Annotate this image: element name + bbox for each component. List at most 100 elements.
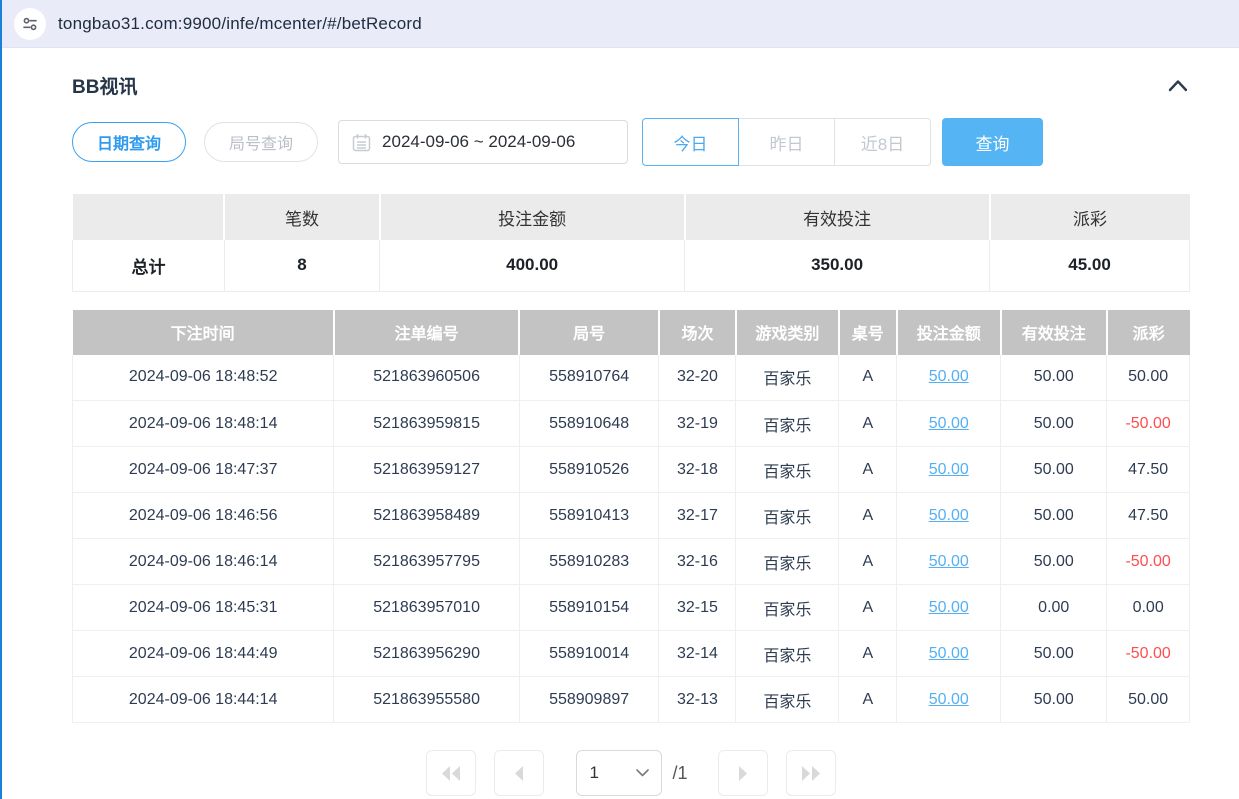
table-row: 2024-09-06 18:46:14521863957795558910283… (73, 539, 1190, 585)
page-title: BB视讯 (72, 72, 137, 99)
cell-table-no: A (839, 493, 897, 539)
header-valid-bet: 有效投注 (1001, 310, 1107, 355)
records-tbody: 2024-09-06 18:48:52521863960506558910764… (73, 355, 1190, 723)
cell-payout: 50.00 (1107, 677, 1190, 723)
cell-game-type: 百家乐 (736, 539, 839, 585)
bet-amount-link[interactable]: 50.00 (929, 599, 969, 616)
filter-toolbar: 日期查询 局号查询 2024-09-06 ~ 2024-09-06 今日 昨日 … (72, 118, 1190, 166)
double-chevron-right-icon (800, 766, 822, 781)
url-text[interactable]: tongbao31.com:9900/infe/mcenter/#/betRec… (58, 14, 422, 34)
cell-order-no: 521863956290 (334, 631, 519, 677)
cell-round-no: 558910413 (519, 493, 659, 539)
cell-session: 32-17 (659, 493, 736, 539)
cell-game-type: 百家乐 (736, 355, 839, 401)
browser-url-bar[interactable]: tongbao31.com:9900/infe/mcenter/#/betRec… (2, 0, 1239, 48)
cell-bet-amount: 50.00 (897, 401, 1001, 447)
cell-round-no: 558910283 (519, 539, 659, 585)
cell-payout: 47.50 (1107, 447, 1190, 493)
summary-count-value: 8 (224, 240, 379, 291)
chevron-right-icon (737, 766, 749, 781)
summary-valid-bet-value: 350.00 (685, 240, 990, 291)
table-row: 2024-09-06 18:48:52521863960506558910764… (73, 355, 1190, 401)
cell-bet-amount: 50.00 (897, 447, 1001, 493)
cell-valid-bet: 50.00 (1001, 539, 1107, 585)
cell-order-no: 521863959815 (334, 401, 519, 447)
cell-round-no: 558910764 (519, 355, 659, 401)
bet-amount-link[interactable]: 50.00 (929, 645, 969, 662)
cell-valid-bet: 50.00 (1001, 355, 1107, 401)
last-page-button[interactable] (786, 750, 836, 796)
cell-session: 32-20 (659, 355, 736, 401)
cell-session: 32-18 (659, 447, 736, 493)
bet-amount-link[interactable]: 50.00 (929, 553, 969, 570)
summary-header-payout: 派彩 (990, 194, 1190, 240)
header-order-no: 注单编号 (334, 310, 519, 355)
cell-bet-time: 2024-09-06 18:48:14 (73, 401, 334, 447)
cell-payout: 50.00 (1107, 355, 1190, 401)
search-button[interactable]: 查询 (942, 118, 1043, 166)
cell-session: 32-19 (659, 401, 736, 447)
records-header-row: 下注时间 注单编号 局号 场次 游戏类别 桌号 投注金额 有效投注 派彩 (73, 310, 1190, 355)
bet-amount-link[interactable]: 50.00 (929, 461, 969, 478)
cell-game-type: 百家乐 (736, 631, 839, 677)
table-row: 2024-09-06 18:45:31521863957010558910154… (73, 585, 1190, 631)
cell-valid-bet: 50.00 (1001, 631, 1107, 677)
tab-round-query[interactable]: 局号查询 (204, 122, 318, 162)
cell-valid-bet: 50.00 (1001, 677, 1107, 723)
table-row: 2024-09-06 18:48:14521863959815558910648… (73, 401, 1190, 447)
bet-amount-link[interactable]: 50.00 (929, 368, 969, 385)
table-row: 2024-09-06 18:44:14521863955580558909897… (73, 677, 1190, 723)
cell-bet-amount: 50.00 (897, 585, 1001, 631)
cell-bet-time: 2024-09-06 18:46:56 (73, 493, 334, 539)
cell-table-no: A (839, 401, 897, 447)
cell-bet-amount: 50.00 (897, 493, 1001, 539)
summary-payout-value: 45.00 (990, 240, 1190, 291)
bet-amount-link[interactable]: 50.00 (929, 691, 969, 708)
summary-header-bet-amount: 投注金额 (380, 194, 685, 240)
range-last8days-button[interactable]: 近8日 (834, 118, 931, 166)
first-page-button[interactable] (426, 750, 476, 796)
chevron-up-icon (1168, 79, 1188, 92)
cell-bet-time: 2024-09-06 18:44:14 (73, 677, 334, 723)
page-total: /1 (672, 750, 687, 796)
summary-total-row: 总计 8 400.00 350.00 45.00 (73, 240, 1190, 291)
cell-bet-amount: 50.00 (897, 677, 1001, 723)
bet-amount-link[interactable]: 50.00 (929, 415, 969, 432)
quick-range-group: 今日 昨日 近8日 (642, 118, 931, 166)
cell-round-no: 558910526 (519, 447, 659, 493)
cell-order-no: 521863958489 (334, 493, 519, 539)
tab-date-query[interactable]: 日期查询 (72, 122, 186, 162)
prev-page-button[interactable] (494, 750, 544, 796)
bet-amount-link[interactable]: 50.00 (929, 507, 969, 524)
range-today-button[interactable]: 今日 (642, 118, 739, 166)
cell-game-type: 百家乐 (736, 493, 839, 539)
cell-session: 32-16 (659, 539, 736, 585)
page-select[interactable]: 1 (576, 750, 662, 796)
cell-bet-amount: 50.00 (897, 355, 1001, 401)
summary-header-count: 笔数 (224, 194, 379, 240)
date-range-input[interactable]: 2024-09-06 ~ 2024-09-06 (338, 120, 628, 164)
cell-bet-time: 2024-09-06 18:45:31 (73, 585, 334, 631)
cell-order-no: 521863959127 (334, 447, 519, 493)
cell-payout: -50.00 (1107, 539, 1190, 585)
summary-header-row: 笔数 投注金额 有效投注 派彩 (73, 194, 1190, 240)
next-page-button[interactable] (718, 750, 768, 796)
summary-table: 笔数 投注金额 有效投注 派彩 总计 8 400.00 350.00 45.00 (72, 194, 1190, 292)
range-yesterday-button[interactable]: 昨日 (738, 118, 835, 166)
cell-bet-time: 2024-09-06 18:46:14 (73, 539, 334, 585)
header-payout: 派彩 (1107, 310, 1190, 355)
cell-payout: 0.00 (1107, 585, 1190, 631)
cell-valid-bet: 50.00 (1001, 447, 1107, 493)
cell-round-no: 558910014 (519, 631, 659, 677)
double-chevron-left-icon (440, 766, 462, 781)
cell-table-no: A (839, 631, 897, 677)
table-row: 2024-09-06 18:46:56521863958489558910413… (73, 493, 1190, 539)
header-session: 场次 (659, 310, 736, 355)
site-settings-icon[interactable] (14, 8, 46, 40)
chevron-down-icon (636, 769, 649, 777)
table-row: 2024-09-06 18:47:37521863959127558910526… (73, 447, 1190, 493)
collapse-button[interactable] (1166, 77, 1190, 94)
page-select-value: 1 (589, 763, 598, 783)
cell-session: 32-14 (659, 631, 736, 677)
calendar-icon (352, 133, 371, 152)
